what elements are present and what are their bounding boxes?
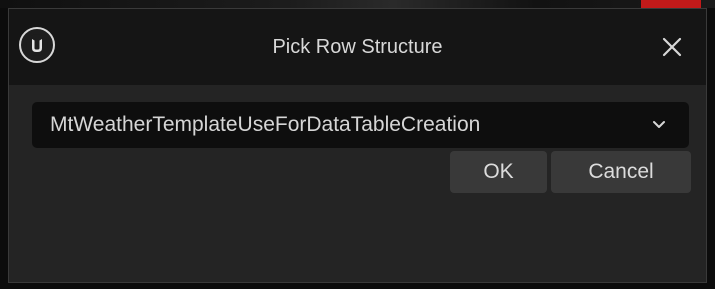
background-editor-bottom [0, 283, 715, 289]
row-structure-dropdown[interactable]: MtWeatherTemplateUseForDataTableCreation [32, 102, 689, 148]
unreal-engine-logo-icon [19, 27, 55, 63]
close-button[interactable] [656, 31, 688, 63]
pick-row-structure-dialog: Pick Row Structure MtWeatherTemplateUseF… [8, 8, 707, 283]
dialog-titlebar: Pick Row Structure [9, 9, 706, 85]
ok-button[interactable]: OK [450, 151, 547, 193]
cancel-button[interactable]: Cancel [551, 151, 691, 193]
background-editor-strip [0, 0, 715, 8]
close-icon [662, 37, 682, 57]
dialog-title: Pick Row Structure [272, 36, 443, 58]
background-accent [641, 0, 701, 8]
selected-structure-value: MtWeatherTemplateUseForDataTableCreation [50, 113, 481, 136]
chevron-down-icon [653, 121, 665, 128]
